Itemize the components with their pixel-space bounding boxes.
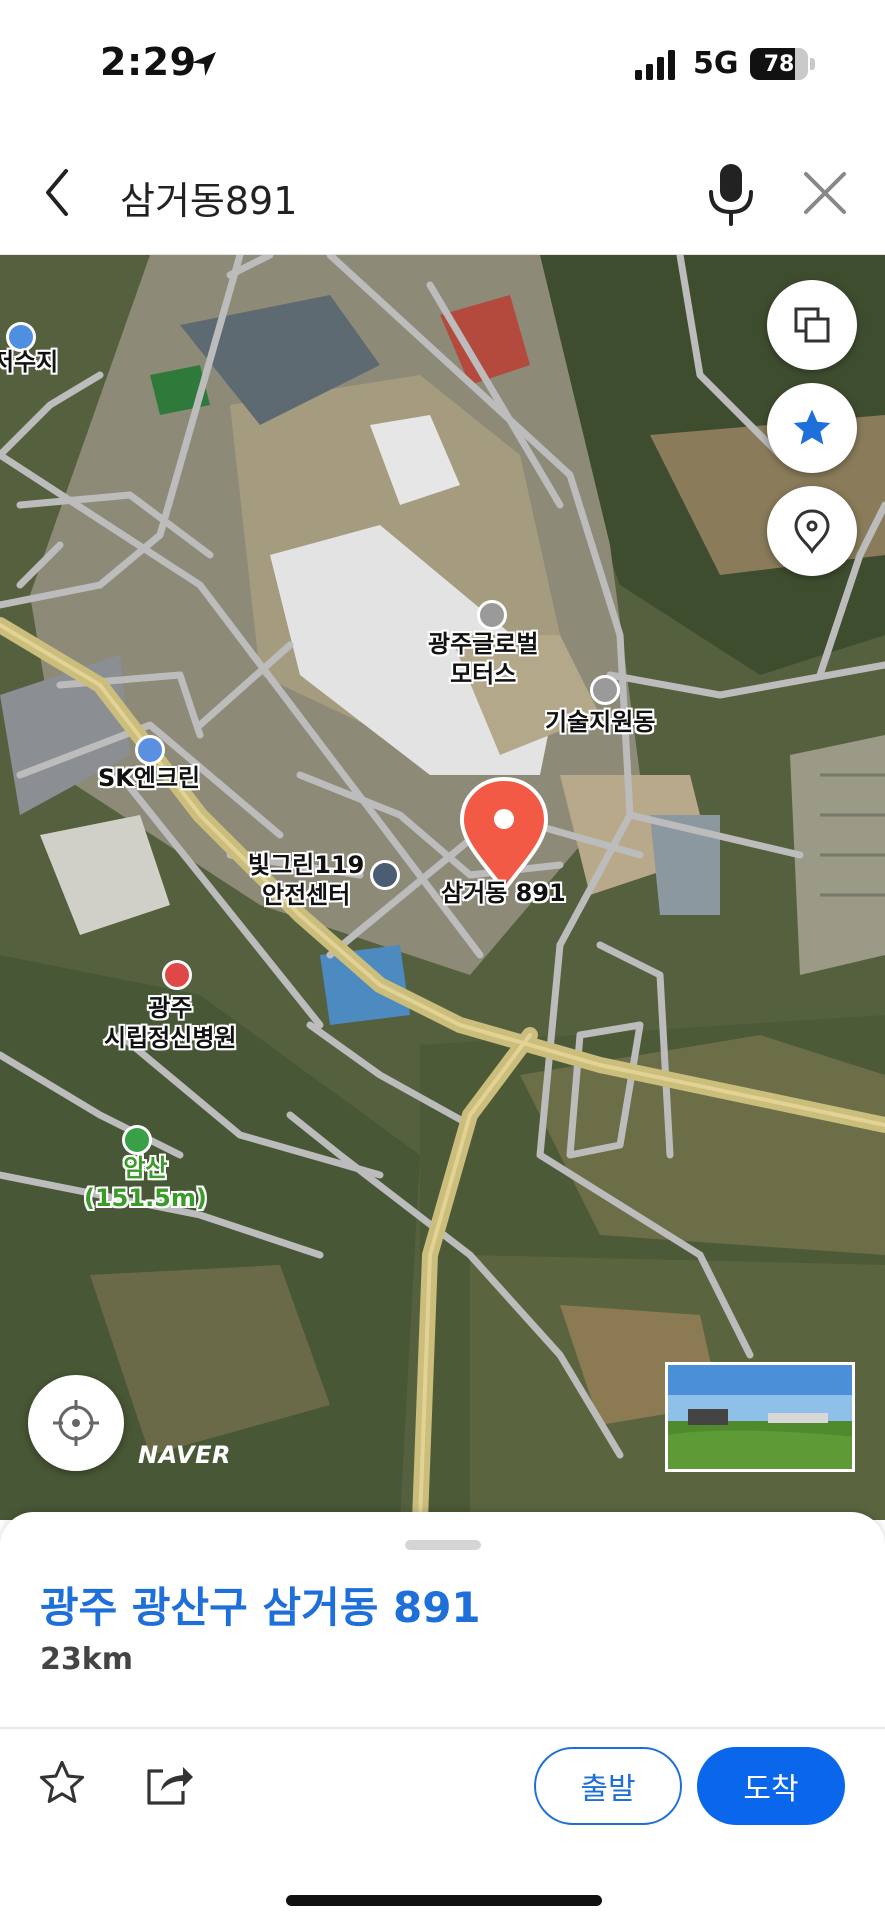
street-view-image — [668, 1365, 852, 1469]
map-label-tech-support[interactable]: 기술지원동 — [545, 707, 655, 737]
street-view-thumbnail[interactable] — [665, 1362, 855, 1472]
place-info-sheet: 광주 광산구 삼거동 891 23km 출발 도착 — [0, 1512, 885, 1920]
location-pin-icon[interactable] — [458, 775, 550, 895]
depart-button[interactable]: 출발 — [534, 1747, 682, 1825]
favorites-button[interactable] — [767, 383, 857, 473]
map-view[interactable]: 저수지 광주글로벌 모터스 기술지원동 SK엔크린 빛그린119 안전센터 광주… — [0, 255, 885, 1520]
place-address[interactable]: 광주 광산구 삼거동 891 — [40, 1574, 481, 1635]
star-filled-icon — [793, 409, 831, 445]
hospital-icon[interactable] — [162, 960, 192, 990]
home-indicator[interactable] — [286, 1895, 602, 1906]
signal-icon — [635, 50, 675, 80]
saved-places-button[interactable] — [767, 486, 857, 576]
status-bar: 2:29 5G 78 — [0, 0, 885, 130]
map-label-sk-encrean[interactable]: SK엔크린 — [98, 763, 200, 793]
layers-icon — [794, 307, 830, 343]
map-label-mountain[interactable]: 암산 (151.5m) — [84, 1153, 207, 1213]
arrive-button-label: 도착 — [743, 1772, 799, 1807]
battery-level: 78 — [763, 51, 795, 77]
depart-button-label: 출발 — [580, 1772, 636, 1807]
search-bar: 삼거동891 — [0, 130, 885, 255]
star-outline-icon[interactable] — [36, 1757, 88, 1809]
pin-label[interactable]: 삼거동 891 — [441, 878, 566, 908]
layers-button[interactable] — [767, 280, 857, 370]
map-pin-outline-icon — [794, 509, 830, 554]
current-location-button[interactable] — [28, 1375, 124, 1471]
map-label-safety-center[interactable]: 빛그린119 안전센터 — [248, 850, 364, 910]
map-label-hospital[interactable]: 광주 시립정신병원 — [104, 993, 236, 1053]
map-label-global-motors[interactable]: 광주글로벌 모터스 — [428, 629, 538, 689]
battery-icon: 78 — [750, 48, 808, 80]
sheet-drag-handle[interactable] — [405, 1540, 481, 1550]
naver-logo: NAVER — [138, 1441, 231, 1469]
gas-station-icon[interactable] — [135, 735, 165, 765]
arrive-button[interactable]: 도착 — [697, 1747, 845, 1825]
close-icon[interactable] — [802, 170, 848, 216]
fire-station-icon[interactable] — [370, 860, 400, 890]
map-label-reservoir[interactable]: 저수지 — [0, 347, 58, 377]
global-motors-poi-icon[interactable] — [477, 600, 507, 630]
search-input[interactable]: 삼거동891 — [120, 170, 297, 225]
microphone-icon[interactable] — [705, 162, 757, 226]
place-distance: 23km — [40, 1642, 133, 1677]
status-time: 2:29 — [100, 40, 197, 84]
network-type: 5G — [693, 46, 739, 81]
share-icon[interactable] — [143, 1757, 195, 1809]
tech-support-poi-icon[interactable] — [590, 675, 620, 705]
location-arrow-icon — [192, 52, 216, 76]
divider — [0, 1727, 885, 1729]
battery-nub — [810, 58, 815, 70]
mountain-icon[interactable] — [122, 1125, 152, 1155]
back-icon[interactable] — [38, 165, 78, 220]
crosshair-icon — [53, 1400, 99, 1446]
